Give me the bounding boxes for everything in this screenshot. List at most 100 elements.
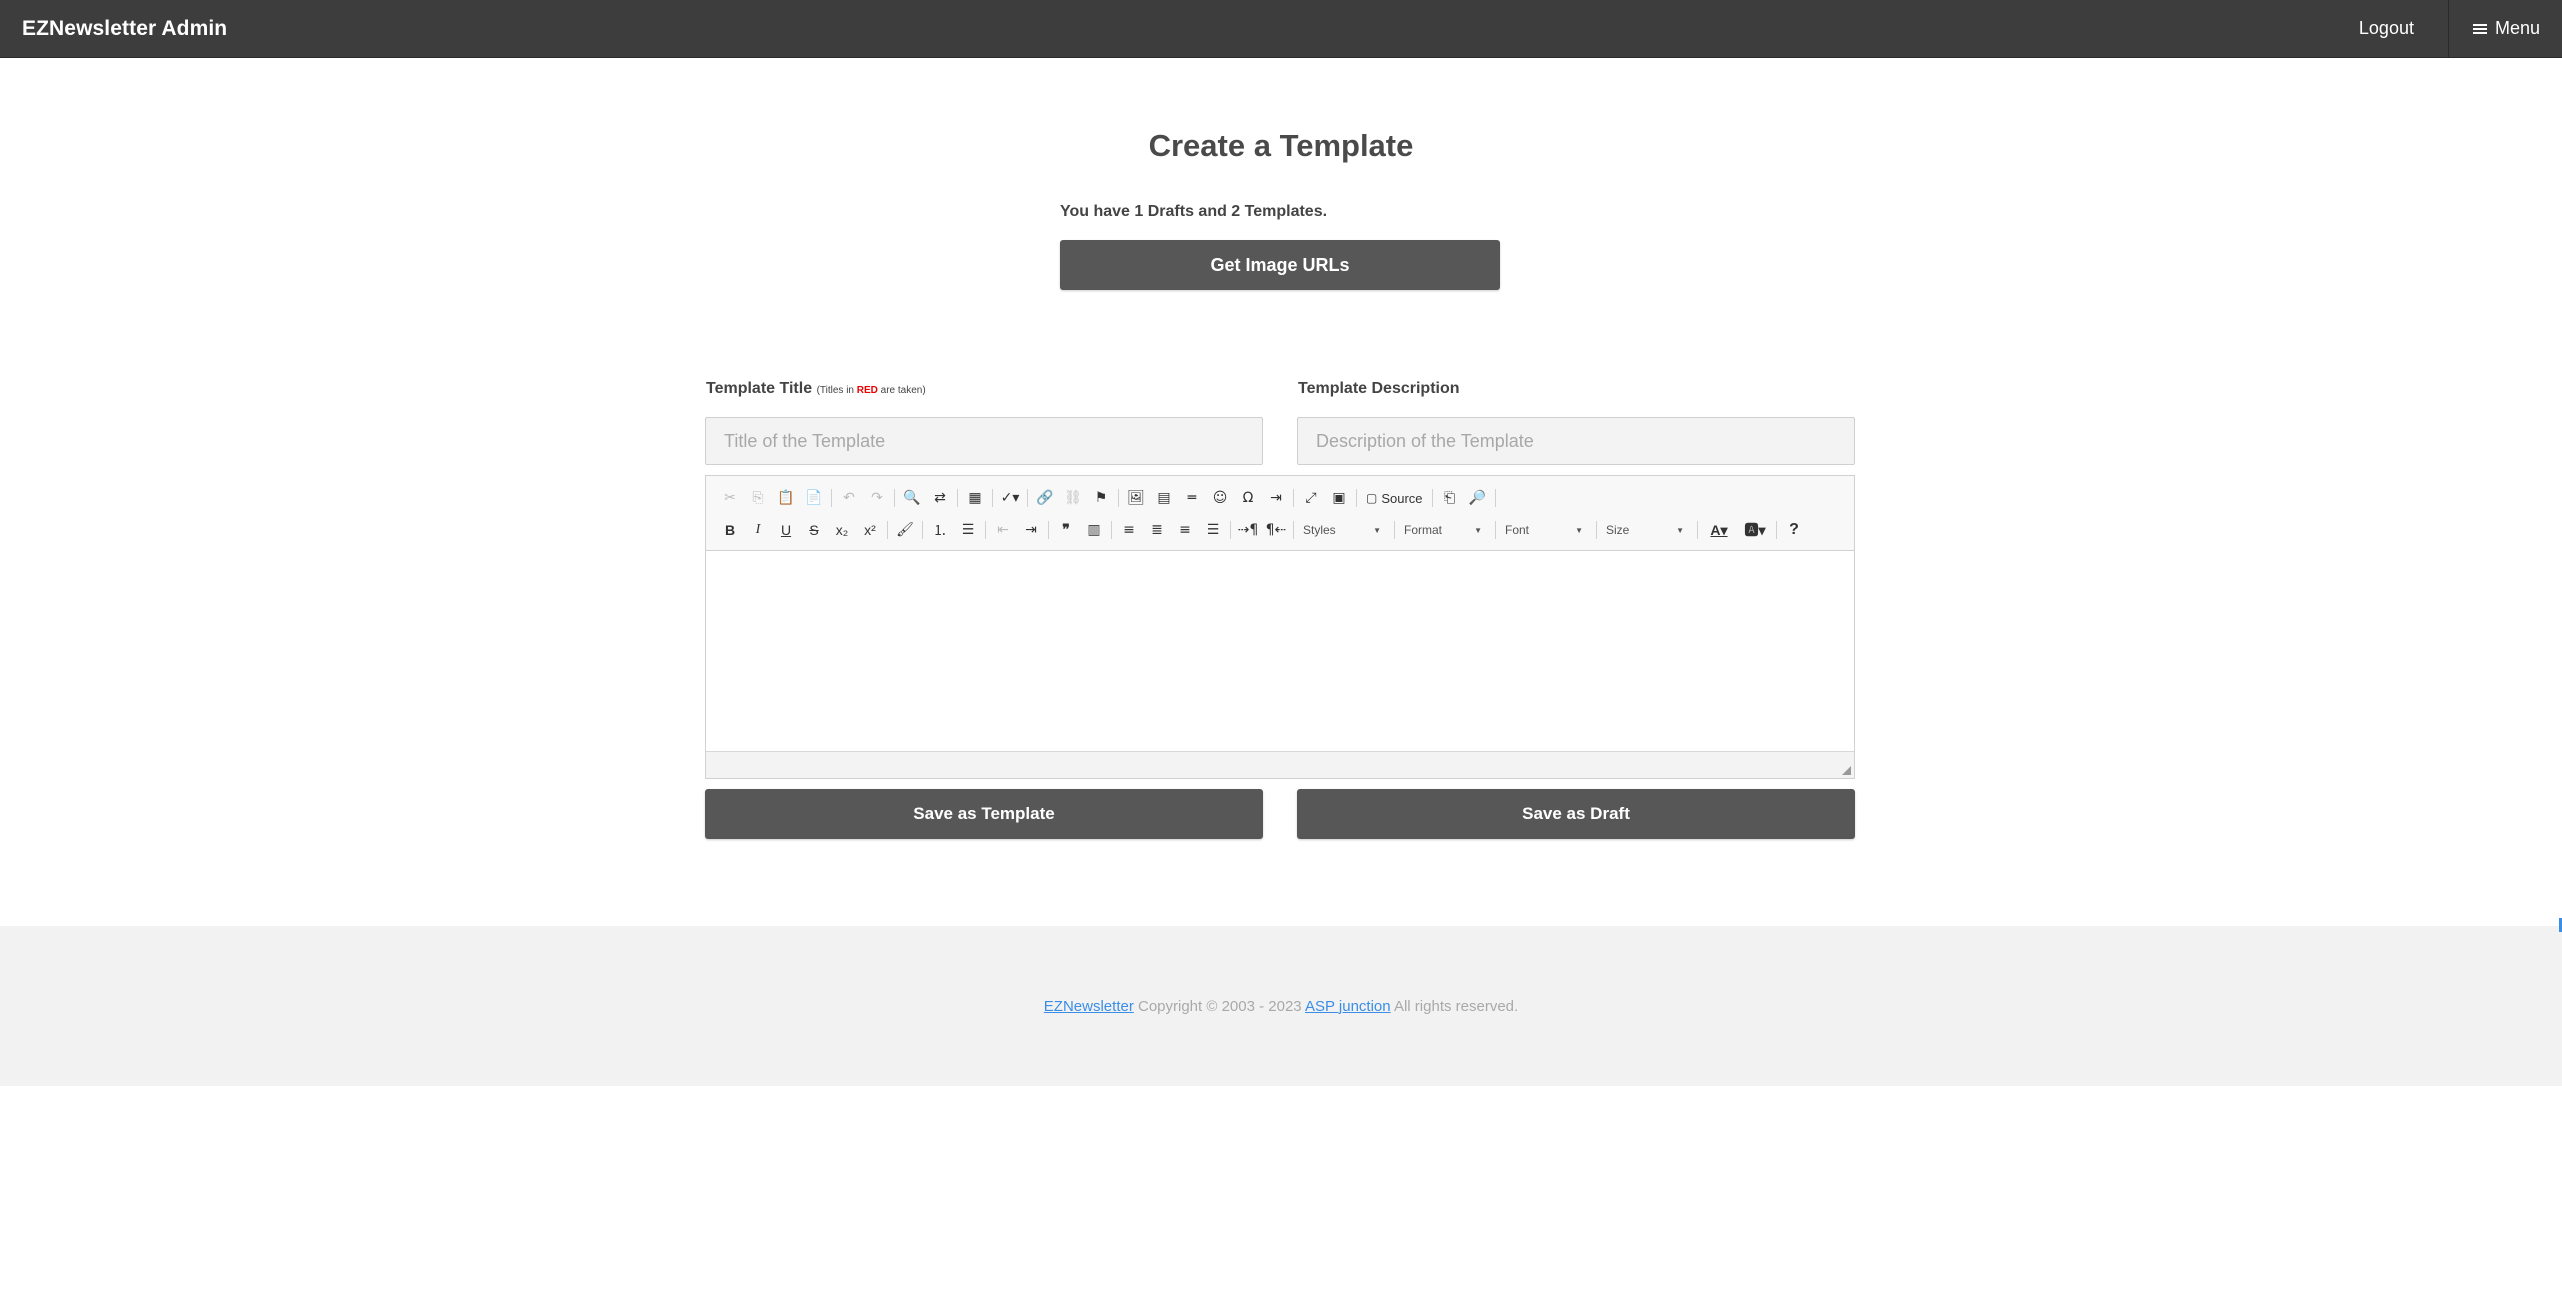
- eznewsletter-link[interactable]: EZNewsletter: [1044, 998, 1134, 1015]
- copy-icon[interactable]: ⎘: [744, 485, 772, 511]
- ltr-icon[interactable]: ⇢¶: [1234, 517, 1262, 543]
- table-icon[interactable]: ▤: [1150, 485, 1178, 511]
- save-as-draft-button[interactable]: Save as Draft: [1297, 789, 1855, 839]
- bold-icon[interactable]: B: [716, 517, 744, 543]
- create-div-icon[interactable]: ▥: [1080, 517, 1108, 543]
- show-blocks-icon[interactable]: ▣: [1325, 485, 1353, 511]
- menu-button[interactable]: Menu: [2447, 0, 2562, 57]
- justify-icon[interactable]: ☰: [1199, 517, 1227, 543]
- toolbar-separator: [1356, 489, 1357, 507]
- toolbar-separator: [831, 489, 832, 507]
- template-title-label-text: Template Title: [706, 380, 813, 397]
- bulleted-list-icon[interactable]: ☰: [954, 517, 982, 543]
- toolbar-row-2: B I U S x₂ x² 🖌 ⒈ ☰ ⇤ ⇥ ❞ ▥ ≡ ≣ ≡ ☰ ⇢¶ ¶…: [716, 514, 1846, 546]
- top-navbar: EZNewsletter Admin Logout Menu: [0, 0, 2562, 58]
- unlink-icon[interactable]: ⛓: [1059, 485, 1087, 511]
- spellcheck-icon[interactable]: ✓▾: [996, 485, 1024, 511]
- logout-link[interactable]: Logout: [2325, 0, 2448, 57]
- numbered-list-icon[interactable]: ⒈: [926, 517, 954, 543]
- chevron-down-icon: ▼: [1474, 525, 1482, 535]
- page-title: Create a Template: [1148, 128, 1414, 163]
- align-center-icon[interactable]: ≣: [1143, 517, 1171, 543]
- select-all-icon[interactable]: ▦: [961, 485, 989, 511]
- menu-label: Menu: [2494, 18, 2540, 38]
- asp-junction-link[interactable]: ASP junction: [1305, 998, 1391, 1015]
- toolbar-separator: [985, 521, 986, 539]
- underline-icon[interactable]: U: [772, 517, 800, 543]
- horizontal-rule-icon[interactable]: ═: [1178, 485, 1206, 511]
- template-title-input[interactable]: [705, 417, 1263, 465]
- toolbar-separator: [1697, 521, 1698, 539]
- indent-icon[interactable]: ⇥: [1017, 517, 1045, 543]
- cut-icon[interactable]: ✂: [716, 485, 744, 511]
- blockquote-icon[interactable]: ❞: [1052, 517, 1080, 543]
- size-dropdown[interactable]: Size ▼: [1600, 518, 1690, 542]
- chevron-down-icon: ▼: [1575, 525, 1583, 535]
- font-dropdown[interactable]: Font ▼: [1499, 518, 1589, 542]
- italic-icon[interactable]: I: [744, 517, 772, 543]
- toolbar-separator: [1293, 521, 1294, 539]
- toolbar-separator: [922, 521, 923, 539]
- paste-text-icon[interactable]: 📄: [800, 485, 828, 511]
- size-label: Size: [1606, 523, 1630, 537]
- hamburger-icon: [2472, 23, 2487, 35]
- drafts-templates-count: You have 1 Drafts and 2 Templates.: [1060, 203, 1328, 220]
- text-color-icon[interactable]: A▾: [1701, 517, 1737, 543]
- image-icon[interactable]: 🖼: [1122, 485, 1150, 511]
- toolbar-separator: [1494, 489, 1496, 507]
- templates-icon[interactable]: ⎗: [1436, 485, 1464, 511]
- titles-taken-note: (Titles in RED are taken): [816, 385, 926, 396]
- styles-label: Styles: [1303, 523, 1336, 537]
- outdent-icon[interactable]: ⇤: [989, 517, 1017, 543]
- resize-handle-icon[interactable]: [1842, 766, 1851, 775]
- link-icon[interactable]: 🔗: [1031, 485, 1059, 511]
- copyright-text: Copyright © 2003 - 2023: [1133, 997, 1305, 1015]
- smiley-icon[interactable]: ☺: [1206, 485, 1234, 511]
- align-right-icon[interactable]: ≡: [1171, 517, 1199, 543]
- get-image-urls-button[interactable]: Get Image URLs: [1060, 240, 1500, 290]
- brand-title[interactable]: EZNewsletter Admin: [0, 17, 227, 41]
- toolbar-separator: [957, 489, 958, 507]
- editor-content-area[interactable]: [706, 551, 1854, 751]
- styles-dropdown[interactable]: Styles ▼: [1297, 518, 1387, 542]
- font-label: Font: [1505, 523, 1530, 537]
- template-title-label: Template Title (Titles in RED are taken): [706, 380, 926, 398]
- find-icon[interactable]: 🔍: [898, 485, 926, 511]
- strikethrough-icon[interactable]: S: [800, 517, 828, 543]
- toolbar-separator: [1118, 489, 1119, 507]
- redo-icon[interactable]: ↷: [863, 485, 891, 511]
- toolbar-separator: [1230, 521, 1231, 539]
- toolbar-separator: [1048, 521, 1049, 539]
- source-icon: ▢: [1366, 491, 1378, 505]
- editor-status-bar: [706, 751, 1854, 778]
- rtl-icon[interactable]: ¶⇠: [1262, 517, 1290, 543]
- replace-icon[interactable]: ⇄: [926, 485, 954, 511]
- save-as-template-button[interactable]: Save as Template: [705, 789, 1263, 839]
- help-icon[interactable]: ?: [1780, 517, 1808, 543]
- toolbar-separator: [894, 489, 895, 507]
- rich-text-editor: ✂ ⎘ 📋 📄 ↶ ↷ 🔍 ⇄ ▦ ✓▾ 🔗 ⛓ ⚑ 🖼 ▤ ═ ☺ Ω ⇥ ⤢…: [705, 475, 1855, 779]
- template-description-input[interactable]: [1297, 417, 1855, 465]
- remove-format-icon[interactable]: 🖌: [891, 517, 919, 543]
- toolbar-separator: [1111, 521, 1112, 539]
- rights-text: All rights reserved.: [1390, 997, 1519, 1015]
- template-description-label: Template Description: [1298, 380, 1460, 397]
- chevron-down-icon: ▼: [1676, 525, 1684, 535]
- subscript-icon[interactable]: x₂: [828, 517, 856, 543]
- paste-icon[interactable]: 📋: [772, 485, 800, 511]
- toolbar-separator: [1431, 489, 1433, 507]
- page-break-icon[interactable]: ⇥: [1262, 485, 1290, 511]
- align-left-icon[interactable]: ≡: [1115, 517, 1143, 543]
- chevron-down-icon: ▼: [1373, 525, 1381, 535]
- maximize-icon[interactable]: ⤢: [1297, 485, 1325, 511]
- preview-icon[interactable]: 🔎: [1464, 485, 1492, 511]
- toolbar-separator: [992, 489, 993, 507]
- anchor-icon[interactable]: ⚑: [1087, 485, 1115, 511]
- source-button[interactable]: ▢ Source: [1360, 491, 1429, 506]
- special-char-icon[interactable]: Ω: [1234, 485, 1262, 511]
- undo-icon[interactable]: ↶: [835, 485, 863, 511]
- footer-text: EZNewsletter Copyright © 2003 - 2023 ASP…: [1044, 998, 1518, 1015]
- background-color-icon[interactable]: 🅰▾: [1737, 517, 1773, 543]
- superscript-icon[interactable]: x²: [856, 517, 884, 543]
- format-dropdown[interactable]: Format ▼: [1398, 518, 1488, 542]
